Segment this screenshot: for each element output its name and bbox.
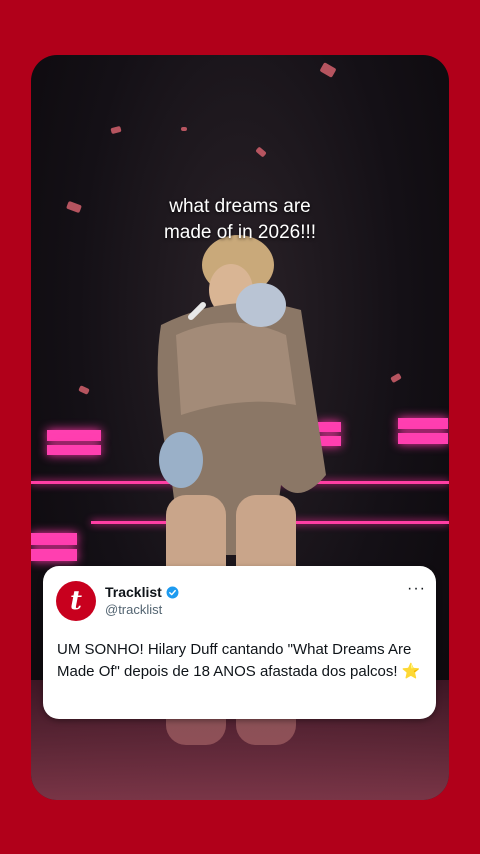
more-options-icon[interactable]: ··· [407,580,426,598]
author-row: Tracklist [105,584,179,600]
caption-line-2: made of in 2026!!! [163,222,317,243]
author-name[interactable]: Tracklist [105,584,162,600]
author-handle[interactable]: @tracklist [105,602,162,617]
avatar[interactable]: t [56,581,96,621]
verified-badge-icon [166,586,179,598]
social-post-card[interactable]: t Tracklist @tracklist ··· UM SONHO! Hil… [43,566,436,719]
video-caption: what dreams are made of in 2026!!! [31,194,449,246]
post-text: UM SONHO! Hilary Duff cantando "What Dre… [57,641,421,680]
caption-line-1: what dreams are [169,196,311,217]
